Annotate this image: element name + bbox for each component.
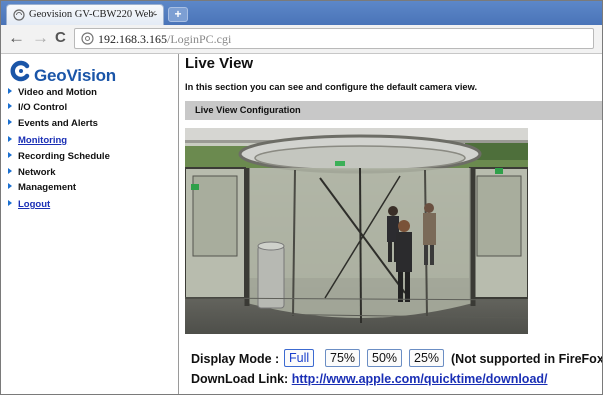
mode-25-button[interactable]: 25% (409, 349, 445, 367)
download-row: DownLoad Link: http://www.apple.com/quic… (191, 372, 548, 386)
mode-75-button[interactable]: 75% (325, 349, 361, 367)
page-title: Live View (185, 55, 254, 72)
bullet-arrow-icon (8, 136, 12, 142)
sidebar-item-io-control[interactable]: I/O Control (8, 102, 67, 113)
bullet-arrow-icon (8, 119, 12, 125)
tab-close-icon[interactable]: × (150, 8, 156, 20)
sidebar-item-label[interactable]: Monitoring (18, 135, 67, 146)
back-arrow-icon[interactable]: ← (8, 29, 25, 47)
browser-nav-bar: ← → C 192.168.3.165/LoginPC.cgi (0, 25, 603, 54)
sidebar-item-events-and-alerts[interactable]: Events and Alerts (8, 118, 98, 129)
page-description: In this section you can see and configur… (185, 82, 478, 92)
display-mode-label: Display Mode : (191, 352, 280, 366)
download-label: DownLoad Link: (191, 372, 289, 386)
mode-50-button[interactable]: 50% (367, 349, 403, 367)
sidebar-item-label: Video and Motion (18, 87, 97, 98)
sidebar-item-logout[interactable]: Logout (8, 199, 50, 210)
sidebar-item-label: Network (18, 167, 56, 178)
sidebar-item-network[interactable]: Network (8, 167, 55, 178)
reload-icon[interactable]: C (55, 29, 66, 47)
page-info-icon (81, 32, 94, 45)
bullet-arrow-icon (8, 200, 12, 206)
bullet-arrow-icon (8, 152, 12, 158)
sidebar-item-label: Recording Schedule (18, 151, 110, 162)
new-tab-button[interactable]: + (168, 7, 188, 22)
sidebar-item-management[interactable]: Management (8, 182, 76, 193)
bullet-arrow-icon (8, 183, 12, 189)
url-text: 192.168.3.165/LoginPC.cgi (98, 32, 231, 47)
bullet-arrow-icon (8, 88, 12, 94)
quicktime-download-link[interactable]: http://www.apple.com/quicktime/download/ (292, 372, 548, 386)
sidebar-item-label[interactable]: Logout (18, 199, 50, 210)
section-title: Live View Configuration (195, 105, 301, 115)
sidebar-item-monitoring[interactable]: Monitoring (8, 135, 67, 146)
firefox-note: (Not supported in FireFox) (451, 352, 603, 366)
sidebar-item-label: Events and Alerts (18, 118, 98, 129)
section-header: Live View Configuration (185, 101, 603, 120)
sidebar-item-video-and-motion[interactable]: Video and Motion (8, 87, 97, 98)
logo-text: GeoVision (34, 66, 116, 85)
tab-title: Geovision GV-CBW220 Web- (29, 9, 158, 20)
browser-tab[interactable]: Geovision GV-CBW220 Web- × (6, 4, 164, 25)
sidebar-item-recording-schedule[interactable]: Recording Schedule (8, 151, 110, 162)
bullet-arrow-icon (8, 103, 12, 109)
address-bar[interactable]: 192.168.3.165/LoginPC.cgi (74, 28, 594, 49)
page-icon (13, 9, 25, 21)
sidebar-item-label: Management (18, 182, 77, 193)
mode-full-button[interactable]: Full (284, 349, 315, 367)
forward-arrow-icon[interactable]: → (32, 29, 49, 47)
browser-tab-strip: Geovision GV-CBW220 Web- × + (0, 0, 603, 25)
sidebar: GeoVision Video and Motion I/O Control E… (0, 54, 178, 395)
bullet-arrow-icon (8, 168, 12, 174)
camera-live-view[interactable] (185, 128, 528, 334)
camera-image (185, 128, 528, 334)
url-host: 192.168.3.165 (98, 32, 167, 46)
url-path: /LoginPC.cgi (167, 32, 232, 46)
logo-mark-icon (10, 60, 30, 82)
sidebar-item-label: I/O Control (18, 102, 68, 113)
sidebar-divider (178, 54, 179, 395)
